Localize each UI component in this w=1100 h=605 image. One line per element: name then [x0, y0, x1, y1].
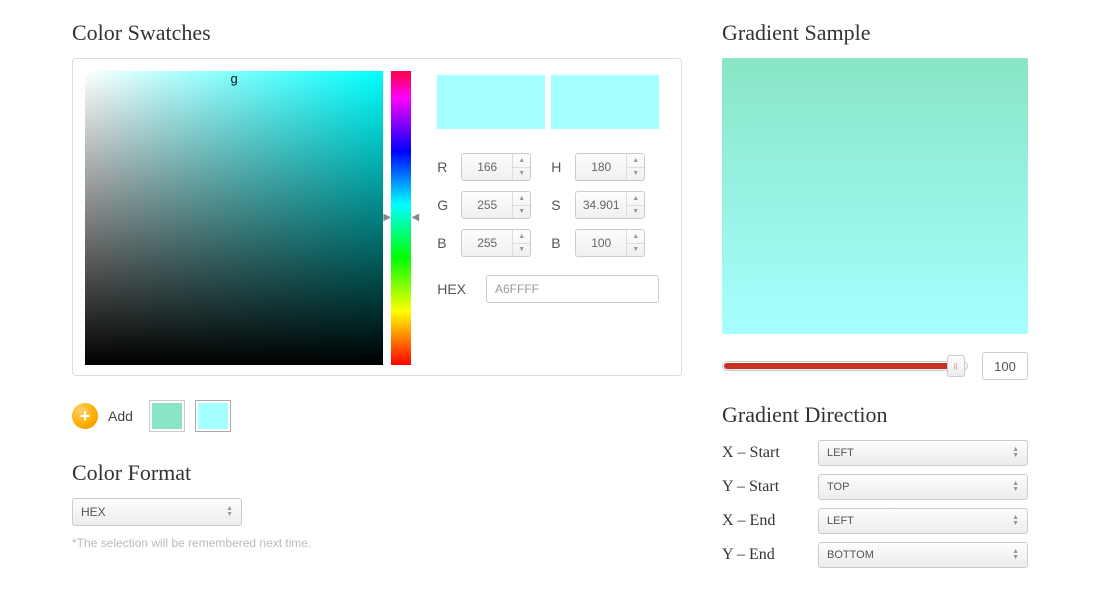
input-b-hsb-up[interactable]: ▲	[627, 230, 644, 244]
label-g: G	[437, 197, 451, 213]
input-s-up[interactable]: ▲	[627, 192, 644, 206]
input-g-down[interactable]: ▼	[513, 206, 530, 219]
color-picker-panel: g ▶◀ R ▲▼	[72, 58, 682, 376]
input-b-hsb-field[interactable]	[576, 230, 626, 256]
select-y-end-value: BOTTOM	[827, 549, 874, 561]
label-y-end: Y – End	[722, 546, 802, 564]
input-s-down[interactable]: ▼	[627, 206, 644, 219]
label-h: H	[551, 159, 565, 175]
sv-area-label: g	[231, 71, 238, 86]
hue-slider[interactable]: ▶◀	[391, 71, 411, 365]
input-h-down[interactable]: ▼	[627, 168, 644, 181]
label-x-start: X – Start	[722, 444, 802, 462]
swatch-1[interactable]	[195, 400, 231, 432]
swatch-0[interactable]	[149, 400, 185, 432]
input-b-rgb-field[interactable]	[462, 230, 512, 256]
input-b-hsb-down[interactable]: ▼	[627, 244, 644, 257]
input-h-up[interactable]: ▲	[627, 154, 644, 168]
chevron-updown-icon: ▲▼	[1012, 447, 1019, 459]
chevron-updown-icon: ▲▼	[226, 506, 233, 518]
input-r[interactable]: ▲▼	[461, 153, 531, 181]
heading-gradient-direction: Gradient Direction	[722, 402, 1028, 428]
input-b-rgb[interactable]: ▲▼	[461, 229, 531, 257]
gradient-slider-handle[interactable]: ||	[947, 355, 965, 377]
label-hex: HEX	[437, 281, 466, 297]
chevron-updown-icon: ▲▼	[1012, 481, 1019, 493]
input-s[interactable]: ▲▼	[575, 191, 645, 219]
input-g[interactable]: ▲▼	[461, 191, 531, 219]
input-h[interactable]: ▲▼	[575, 153, 645, 181]
gradient-slider-fill	[724, 363, 949, 369]
input-g-up[interactable]: ▲	[513, 192, 530, 206]
add-swatch-button[interactable]: +	[72, 403, 98, 429]
input-g-field[interactable]	[462, 192, 512, 218]
select-y-end[interactable]: BOTTOM ▲▼	[818, 542, 1028, 568]
select-x-start[interactable]: LEFT ▲▼	[818, 440, 1028, 466]
label-b-rgb: B	[437, 235, 451, 251]
select-color-format[interactable]: HEX ▲▼	[72, 498, 242, 526]
input-hex[interactable]	[486, 275, 659, 303]
hue-slider-thumb[interactable]: ▶◀	[383, 212, 419, 223]
input-s-field[interactable]	[576, 192, 626, 218]
select-x-end-value: LEFT	[827, 515, 854, 527]
input-b-rgb-down[interactable]: ▼	[513, 244, 530, 257]
format-hint: *The selection will be remembered next t…	[72, 536, 682, 550]
input-h-field[interactable]	[576, 154, 626, 180]
label-x-end: X – End	[722, 512, 802, 530]
saturation-value-area[interactable]: g	[85, 71, 383, 365]
gradient-preview	[722, 58, 1028, 334]
heading-gradient-sample: Gradient Sample	[722, 20, 1028, 46]
color-preview-current	[551, 75, 659, 129]
color-preview-new	[437, 75, 545, 129]
chevron-updown-icon: ▲▼	[1012, 549, 1019, 561]
select-x-end[interactable]: LEFT ▲▼	[818, 508, 1028, 534]
plus-icon: +	[80, 407, 91, 425]
label-b-hsb: B	[551, 235, 565, 251]
input-r-field[interactable]	[462, 154, 512, 180]
label-r: R	[437, 159, 451, 175]
select-color-format-value: HEX	[81, 505, 106, 519]
select-y-start[interactable]: TOP ▲▼	[818, 474, 1028, 500]
swatch-color	[152, 403, 182, 429]
input-b-rgb-up[interactable]: ▲	[513, 230, 530, 244]
input-b-hsb[interactable]: ▲▼	[575, 229, 645, 257]
label-s: S	[551, 197, 565, 213]
gradient-slider[interactable]: ||	[722, 361, 968, 371]
select-x-start-value: LEFT	[827, 447, 854, 459]
chevron-updown-icon: ▲▼	[1012, 515, 1019, 527]
swatch-color	[198, 403, 228, 429]
label-y-start: Y – Start	[722, 478, 802, 496]
heading-color-format: Color Format	[72, 460, 682, 486]
input-r-up[interactable]: ▲	[513, 154, 530, 168]
add-swatch-label: Add	[108, 408, 133, 424]
heading-color-swatches: Color Swatches	[72, 20, 682, 46]
gradient-slider-value[interactable]	[982, 352, 1028, 380]
select-y-start-value: TOP	[827, 481, 849, 493]
input-r-down[interactable]: ▼	[513, 168, 530, 181]
